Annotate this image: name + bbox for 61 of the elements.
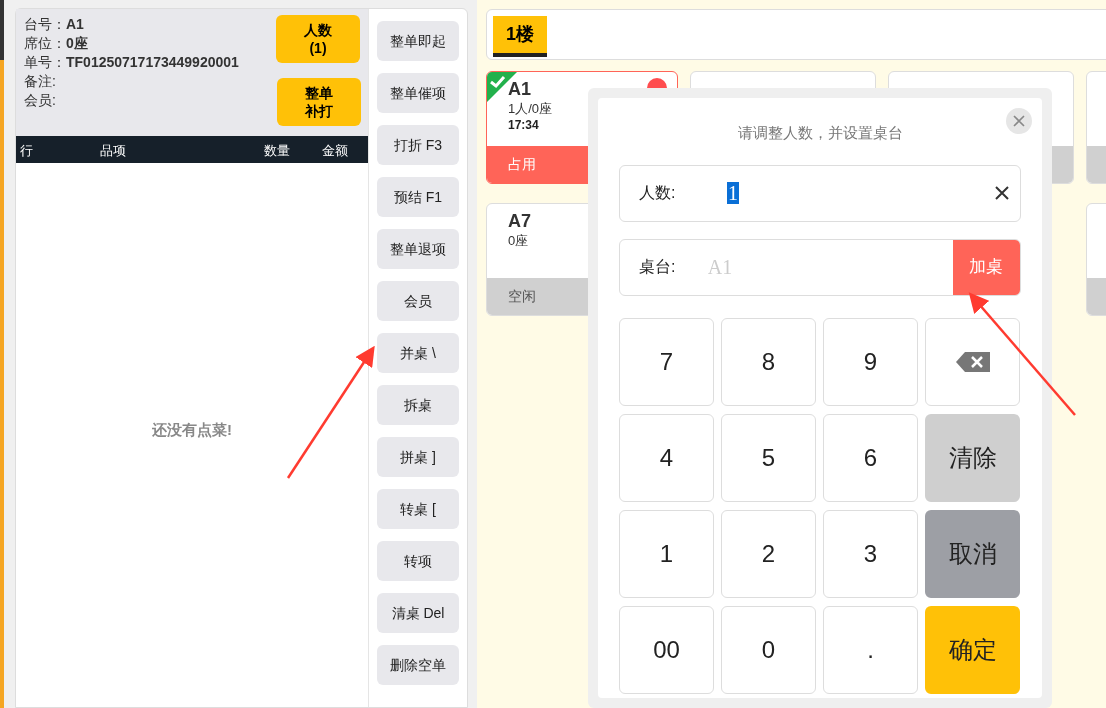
status-label: 空闲 <box>508 287 536 306</box>
key-button[interactable]: 00 <box>619 605 714 694</box>
table-info: 1人/0座 <box>508 100 554 117</box>
dialog-title: 请调整人数，并设置桌台 <box>736 123 904 143</box>
action-button[interactable]: 会员 <box>377 281 459 321</box>
guests-field[interactable]: 人数: 1 <box>619 164 1021 222</box>
key-button[interactable]: 0 <box>721 605 816 694</box>
action-button[interactable]: 预结 F1 <box>377 177 459 217</box>
key-button[interactable]: 1 <box>619 509 714 598</box>
key-button[interactable]: . <box>823 605 918 694</box>
column-header: 行 <box>20 142 33 160</box>
reprint-button[interactable]: 整单 补打 <box>277 78 361 126</box>
key-button[interactable]: 6 <box>823 413 918 502</box>
field-label: 人数: <box>639 183 677 203</box>
field-label: 单号： <box>24 53 66 72</box>
field-value: A1 <box>66 15 84 34</box>
action-button[interactable]: 拼桌 ] <box>377 437 459 477</box>
table-time: 17:34 <box>508 117 540 134</box>
field-value: TF01250717173449920001 <box>66 53 239 72</box>
field-label: 备注: <box>24 72 56 91</box>
empty-message: 还没有点菜! <box>152 419 232 440</box>
action-button[interactable]: 转项 <box>377 541 459 581</box>
action-button[interactable]: 整单即起 <box>377 21 459 61</box>
field-label: 会员: <box>24 91 56 110</box>
cancel-button[interactable]: 取消 <box>925 509 1020 598</box>
key-button[interactable]: 4 <box>619 413 714 502</box>
key-button[interactable]: 2 <box>721 509 816 598</box>
clear-button[interactable]: 清除 <box>925 413 1020 502</box>
key-button[interactable]: 3 <box>823 509 918 598</box>
column-header: 品项 <box>100 142 126 160</box>
close-button[interactable] <box>1006 108 1032 134</box>
status-label: 占用 <box>508 155 536 174</box>
column-header: 金额 <box>322 142 348 160</box>
guests-button[interactable]: 人数 (1) <box>276 15 360 63</box>
close-icon <box>1013 115 1025 127</box>
clear-icon[interactable] <box>994 185 1010 201</box>
action-button[interactable]: 删除空单 <box>377 645 459 685</box>
key-button[interactable]: 8 <box>721 317 816 406</box>
backspace-button[interactable] <box>925 317 1020 406</box>
action-button[interactable]: 清桌 Del <box>377 593 459 633</box>
table-name: A1 <box>508 78 532 100</box>
floor-tab[interactable]: 1楼 <box>493 16 547 57</box>
action-button[interactable]: 整单退项 <box>377 229 459 269</box>
action-button[interactable]: 转桌 [ <box>377 489 459 529</box>
key-button[interactable]: 5 <box>721 413 816 502</box>
field-label: 桌台: <box>639 257 677 277</box>
action-button[interactable]: 拆桌 <box>377 385 459 425</box>
field-value: 1 <box>727 182 739 204</box>
action-button[interactable]: 并桌 \ <box>377 333 459 373</box>
action-button[interactable]: 整单催项 <box>377 73 459 113</box>
key-button[interactable]: 7 <box>619 317 714 406</box>
backspace-icon <box>955 351 990 372</box>
field-label: 台号： <box>24 15 66 34</box>
table-name: A7 <box>508 210 532 232</box>
action-button[interactable]: 打折 F3 <box>377 125 459 165</box>
field-value: 0座 <box>66 34 88 53</box>
field-label: 席位： <box>24 34 66 53</box>
table-info: 0座 <box>508 232 530 249</box>
confirm-button[interactable]: 确定 <box>925 605 1020 694</box>
column-header: 数量 <box>264 142 290 160</box>
key-button[interactable]: 9 <box>823 317 918 406</box>
